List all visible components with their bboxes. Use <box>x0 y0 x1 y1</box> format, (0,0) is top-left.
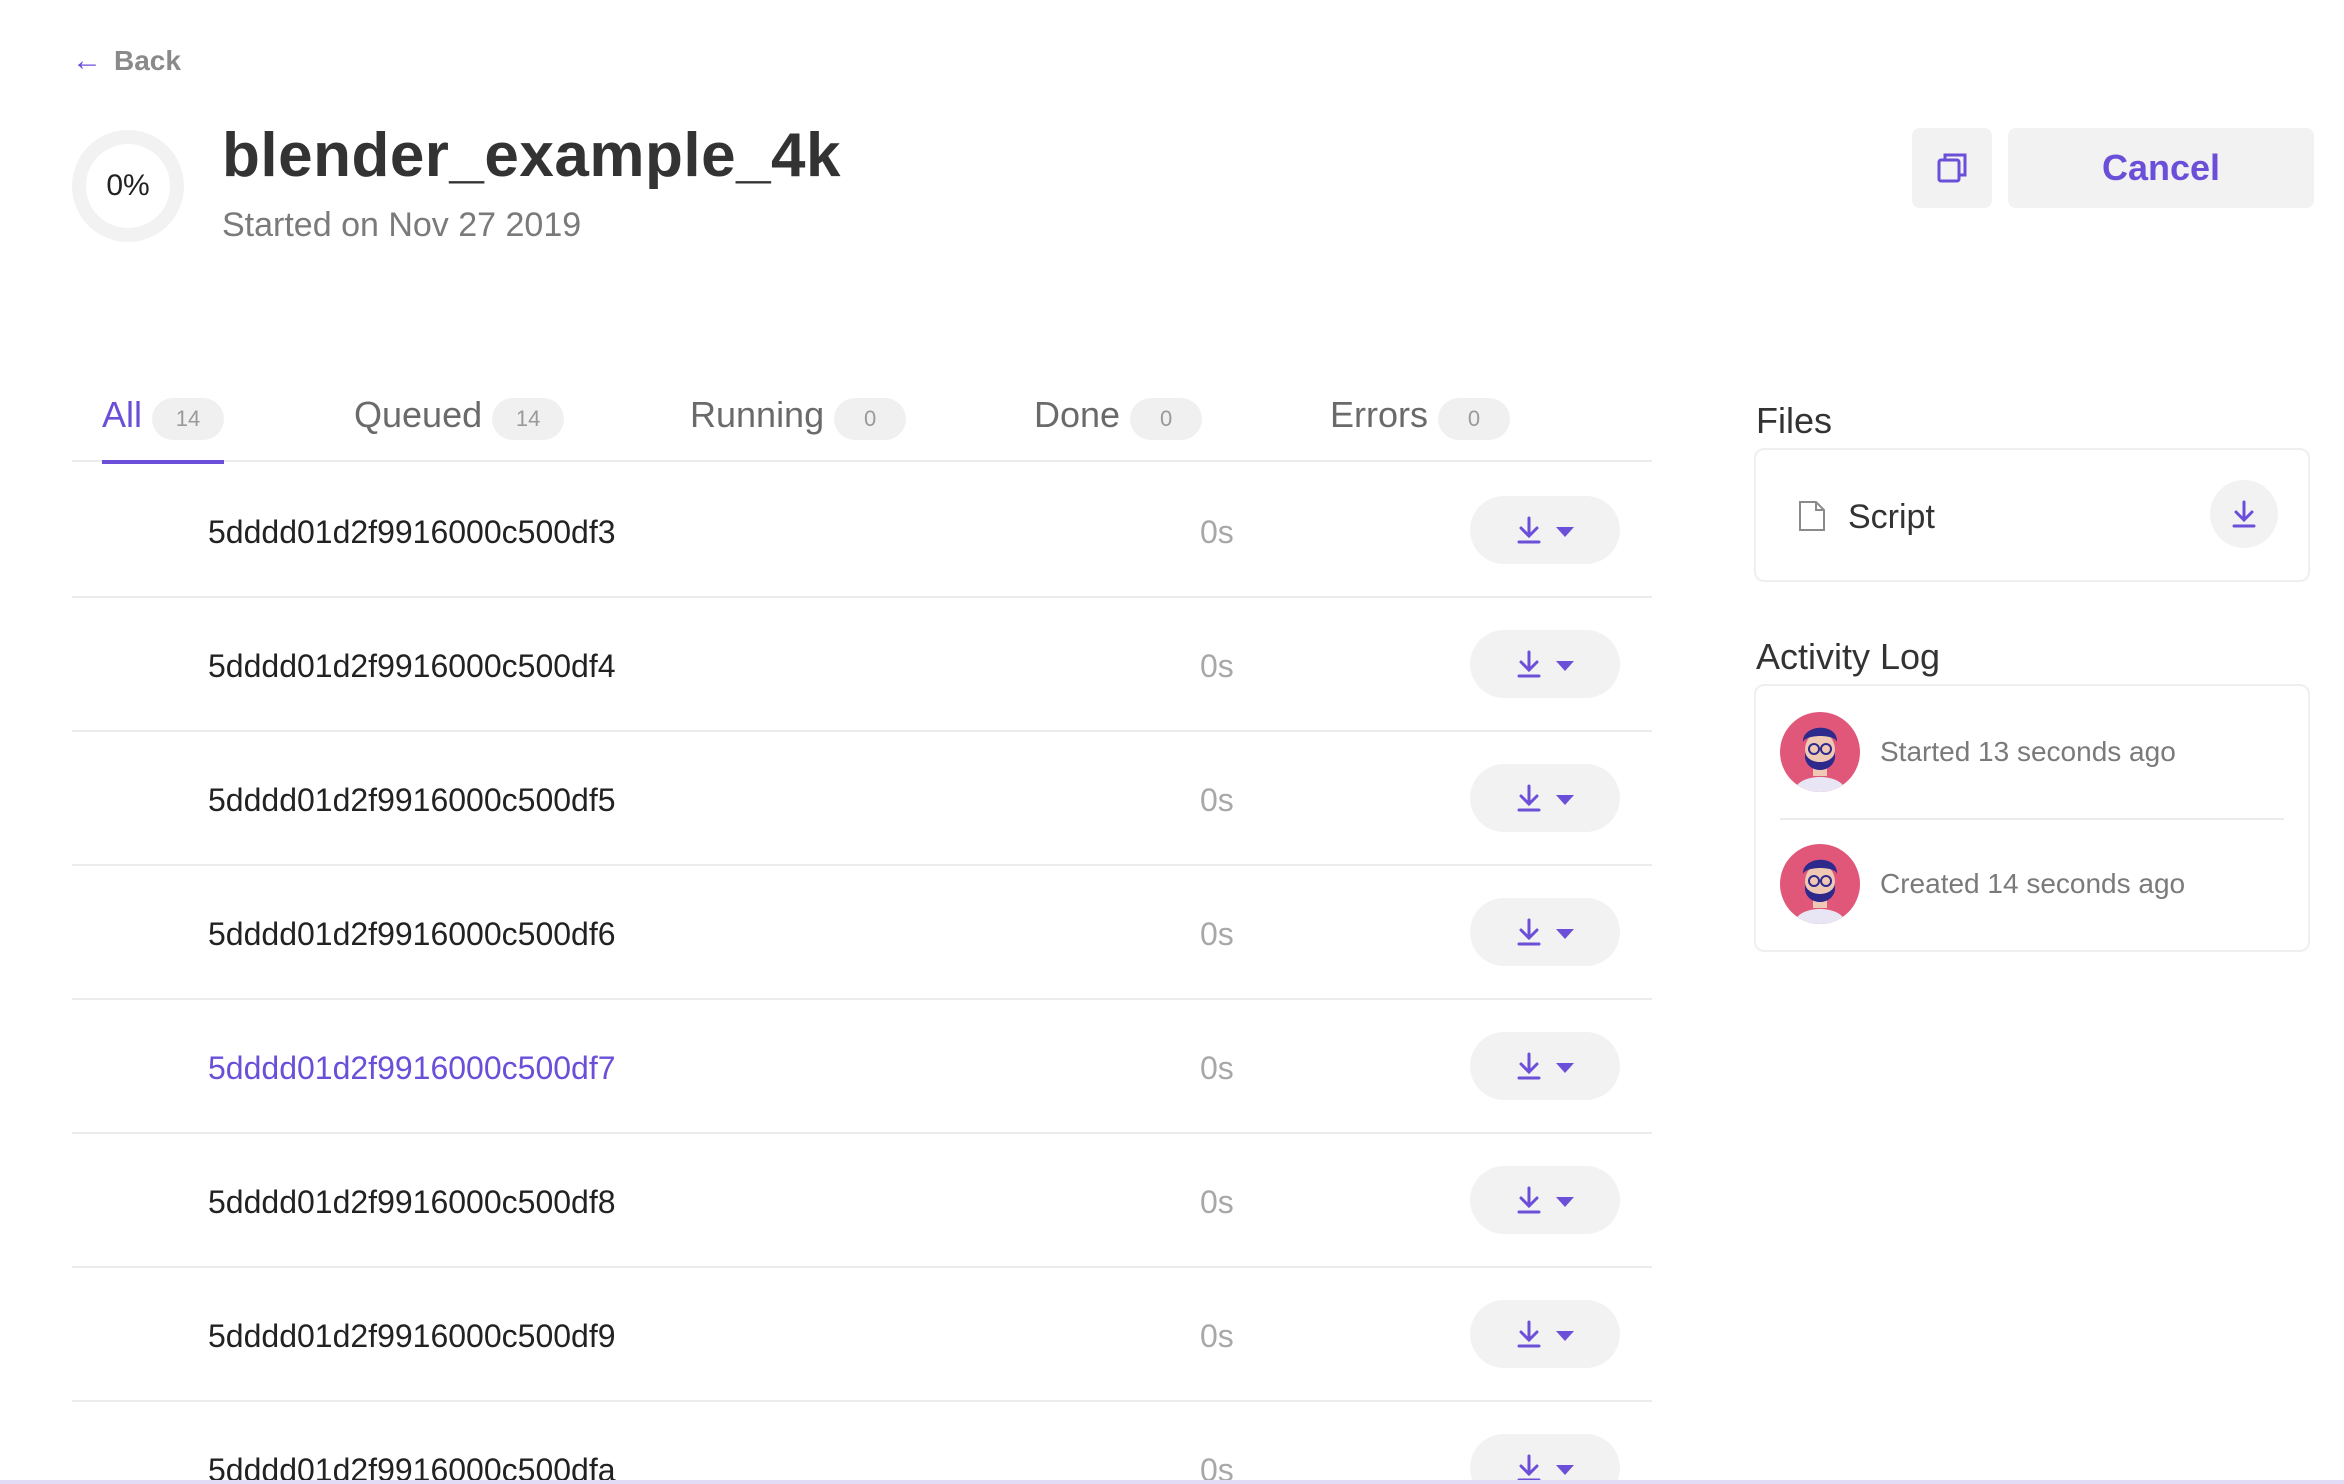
arrow-left-icon: ← <box>72 44 102 77</box>
task-row[interactable]: 5dddd01d2f9916000c500df9 0s <box>72 1268 1652 1402</box>
task-duration: 0s <box>1200 782 1234 818</box>
file-item[interactable]: Script <box>1756 450 2308 580</box>
task-row[interactable]: 5dddd01d2f9916000c500df3 0s <box>72 464 1652 598</box>
log-entry: Started 13 seconds ago <box>1756 686 2308 818</box>
activity-log-card: Started 13 seconds ago Created 14 second… <box>1754 684 2310 952</box>
files-title: Files <box>1756 400 1833 441</box>
page-title: blender_example_4k <box>222 121 842 190</box>
chevron-down-icon <box>1556 795 1574 805</box>
tab-running[interactable]: Running 0 <box>690 380 907 462</box>
file-icon <box>1799 501 1825 531</box>
download-icon <box>1517 1320 1541 1348</box>
back-link[interactable]: ← Back <box>72 44 181 78</box>
tab-label: Done <box>1034 394 1121 435</box>
page-subtitle: Started on Nov 27 2019 <box>222 206 582 244</box>
download-icon <box>1517 1186 1541 1214</box>
download-menu-button[interactable] <box>1470 1434 1620 1484</box>
task-row[interactable]: 5dddd01d2f9916000c500df7 0s <box>72 1000 1652 1134</box>
log-entry: Created 14 seconds ago <box>1756 818 2308 950</box>
tab-label: All <box>102 394 143 435</box>
task-duration: 0s <box>1200 514 1234 550</box>
activity-log-title: Activity Log <box>1756 636 1941 677</box>
task-id[interactable]: 5dddd01d2f9916000c500df7 <box>208 1050 616 1087</box>
download-icon <box>1517 1454 1541 1482</box>
tab-all[interactable]: All 14 <box>102 380 225 464</box>
tab-label: Queued <box>354 394 483 435</box>
tab-count-badge: 0 <box>1438 398 1510 440</box>
tab-count-badge: 14 <box>152 398 225 440</box>
download-icon <box>2232 500 2256 528</box>
back-label: Back <box>114 45 181 76</box>
download-menu-button[interactable] <box>1470 496 1620 564</box>
tab-label: Running <box>690 394 825 435</box>
progress-value: 0% <box>106 169 150 202</box>
task-id[interactable]: 5dddd01d2f9916000c500df8 <box>208 1184 616 1221</box>
log-text: Created 14 seconds ago <box>1880 868 2186 899</box>
chevron-down-icon <box>1556 527 1574 537</box>
task-id[interactable]: 5dddd01d2f9916000c500df3 <box>208 514 616 551</box>
avatar <box>1780 712 1860 792</box>
file-download-button[interactable] <box>2210 480 2278 548</box>
task-row[interactable]: 5dddd01d2f9916000c500df5 0s <box>72 732 1652 866</box>
task-row[interactable]: 5dddd01d2f9916000c500dfa 0s <box>72 1402 1652 1484</box>
download-icon <box>1517 918 1541 946</box>
task-row[interactable]: 5dddd01d2f9916000c500df4 0s <box>72 598 1652 732</box>
task-row[interactable]: 5dddd01d2f9916000c500df6 0s <box>72 866 1652 1000</box>
download-menu-button[interactable] <box>1470 1032 1620 1100</box>
tab-count-badge: 0 <box>1130 398 1203 440</box>
task-duration: 0s <box>1200 1184 1234 1220</box>
task-id[interactable]: 5dddd01d2f9916000c500df5 <box>208 782 616 819</box>
chevron-down-icon <box>1556 1063 1574 1073</box>
task-duration: 0s <box>1200 916 1234 952</box>
status-tabs: All 14 Queued 14 Running 0 Done 0 Errors… <box>72 380 1652 464</box>
chevron-down-icon <box>1556 1197 1574 1207</box>
download-menu-button[interactable] <box>1470 898 1620 966</box>
duplicate-button[interactable] <box>1912 128 1992 208</box>
download-icon <box>1517 516 1541 544</box>
download-menu-button[interactable] <box>1470 1300 1620 1368</box>
tab-label: Errors <box>1330 394 1428 435</box>
download-menu-button[interactable] <box>1470 1166 1620 1234</box>
tab-errors[interactable]: Errors 0 <box>1330 380 1510 462</box>
progress-indicator: 0% <box>72 130 184 242</box>
task-list: 5dddd01d2f9916000c500df3 0s 5dddd01d2f9916… <box>72 464 1652 1484</box>
chevron-down-icon <box>1556 1465 1574 1475</box>
cancel-button[interactable]: Cancel <box>2008 128 2314 208</box>
download-icon <box>1517 650 1541 678</box>
copy-icon <box>1937 153 1967 183</box>
task-duration: 0s <box>1200 1050 1234 1086</box>
tab-count-badge: 14 <box>492 398 565 440</box>
log-text: Started 13 seconds ago <box>1880 736 2176 767</box>
bottom-divider <box>0 1480 2344 1484</box>
avatar <box>1780 844 1860 924</box>
task-id[interactable]: 5dddd01d2f9916000c500df4 <box>208 648 616 685</box>
tab-queued[interactable]: Queued 14 <box>354 380 565 462</box>
tab-count-badge: 0 <box>834 398 907 440</box>
chevron-down-icon <box>1556 929 1574 939</box>
download-icon <box>1517 784 1541 812</box>
task-id[interactable]: 5dddd01d2f9916000c500df6 <box>208 916 616 953</box>
download-icon <box>1517 1052 1541 1080</box>
tab-done[interactable]: Done 0 <box>1034 380 1203 462</box>
chevron-down-icon <box>1556 1331 1574 1341</box>
task-row[interactable]: 5dddd01d2f9916000c500df8 0s <box>72 1134 1652 1268</box>
chevron-down-icon <box>1556 661 1574 671</box>
task-id[interactable]: 5dddd01d2f9916000c500df9 <box>208 1318 616 1355</box>
download-menu-button[interactable] <box>1470 630 1620 698</box>
download-menu-button[interactable] <box>1470 764 1620 832</box>
file-name: Script <box>1848 498 1935 536</box>
task-duration: 0s <box>1200 648 1234 684</box>
task-duration: 0s <box>1200 1318 1234 1354</box>
files-card: Script <box>1754 448 2310 582</box>
